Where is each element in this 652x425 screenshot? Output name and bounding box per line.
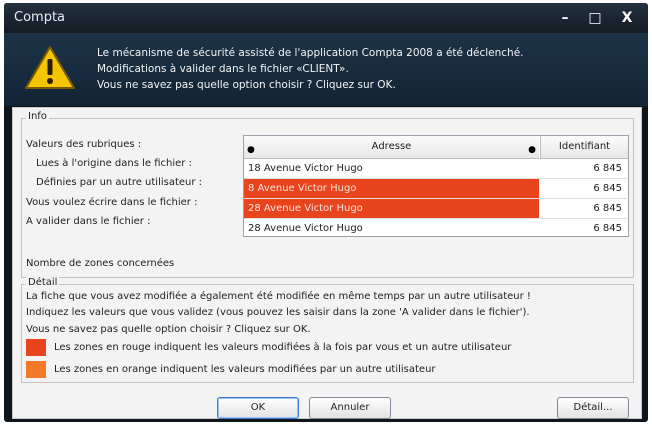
detail-line: La fiche que vous avez modifiée a égalem… — [26, 291, 531, 302]
table-row: 28 Avenue Victor Hugo 6 845 — [244, 199, 627, 219]
message-line: Vous ne savez pas quelle option choisir … — [97, 79, 396, 91]
orange-legend-swatch — [26, 361, 46, 378]
address-cell[interactable]: 28 Avenue Victor Hugo — [248, 219, 539, 238]
row-label-your-value: Vous voulez écrire dans le fichier : — [26, 197, 198, 208]
id-cell[interactable]: 6 845 — [540, 179, 622, 198]
column-header-address[interactable]: ● Adresse ● — [244, 136, 539, 159]
column-header-address-label: Adresse — [371, 141, 412, 152]
values-table: ● Adresse ● Identifiant 18 Avenue Victor… — [243, 135, 629, 237]
table-row: 28 Avenue Victor Hugo 6 845 — [244, 219, 627, 238]
message-line: Modifications à valider dans le fichier … — [97, 63, 349, 75]
detail-group: Détail La fiche que vous avez modifiée a… — [21, 277, 634, 383]
row-label-other-user: Définies par un autre utilisateur : — [36, 177, 203, 188]
detail-line: Vous ne savez pas quelle option choisir … — [26, 324, 311, 335]
table-row: 18 Avenue Victor Hugo 6 845 — [244, 159, 627, 179]
column-marker-icon: ● — [528, 145, 536, 155]
address-cell[interactable]: 18 Avenue Victor Hugo — [248, 159, 539, 178]
row-label-to-validate: A valider dans le fichier : — [26, 216, 151, 227]
dialog-window: Compta – □ X Le mécanisme de sécurité as… — [4, 3, 648, 422]
window-title: Compta — [14, 10, 66, 25]
id-cell[interactable]: 6 845 — [540, 199, 622, 218]
row-label-original: Lues à l'origine dans le fichier : — [36, 158, 192, 169]
title-bar[interactable]: Compta – □ X — [4, 3, 648, 33]
maximize-button[interactable]: □ — [584, 9, 606, 27]
info-group: Info Valeurs des rubriques : Lues à l'or… — [21, 111, 634, 278]
warning-icon — [25, 46, 75, 89]
detail-button[interactable]: Détail... — [557, 397, 629, 419]
column-marker-icon: ● — [247, 145, 255, 155]
message-line: Le mécanisme de sécurité assisté de l'ap… — [97, 47, 524, 59]
orange-legend-text: Les zones en orange indiquent les valeur… — [54, 364, 436, 375]
dialog-content: Info Valeurs des rubriques : Lues à l'or… — [12, 107, 642, 419]
message-banner: Le mécanisme de sécurité assisté de l'ap… — [4, 33, 648, 106]
cancel-button[interactable]: Annuler — [309, 397, 391, 419]
info-group-label: Info — [26, 111, 49, 122]
id-cell[interactable]: 6 845 — [540, 219, 622, 238]
column-header-id[interactable]: Identifiant — [540, 136, 628, 159]
address-cell[interactable]: 8 Avenue Victor Hugo — [248, 179, 539, 198]
values-label: Valeurs des rubriques : — [26, 139, 142, 150]
ok-button[interactable]: OK — [217, 397, 299, 419]
minimize-button[interactable]: – — [554, 9, 576, 27]
id-cell[interactable]: 6 845 — [540, 159, 622, 178]
address-cell[interactable]: 28 Avenue Victor Hugo — [248, 199, 539, 218]
detail-group-label: Détail — [26, 277, 60, 288]
red-legend-text: Les zones en rouge indiquent les valeurs… — [54, 342, 512, 353]
table-row: 8 Avenue Victor Hugo 6 845 — [244, 179, 627, 199]
red-legend-swatch — [26, 339, 46, 356]
message-text: Le mécanisme de sécurité assisté de l'ap… — [97, 45, 524, 93]
close-button[interactable]: X — [616, 9, 638, 27]
detail-line: Indiquez les valeurs que vous validez (v… — [26, 307, 530, 318]
zones-count-label: Nombre de zones concernées — [26, 258, 175, 269]
